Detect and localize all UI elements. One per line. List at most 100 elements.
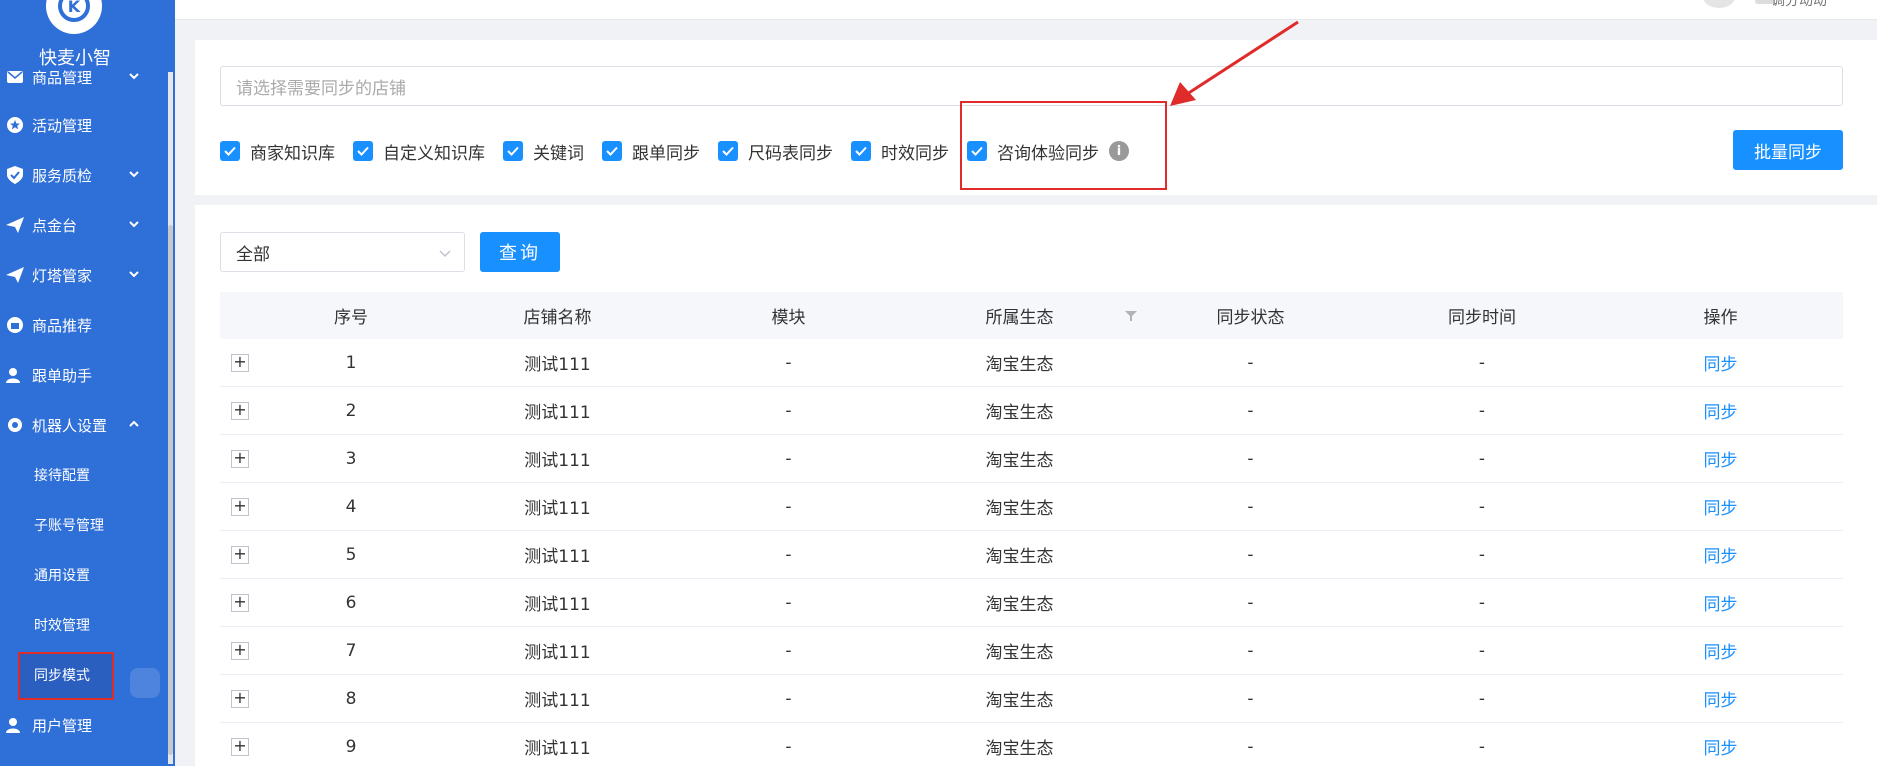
header-actions: 操作 (1703, 308, 1738, 328)
sync-link[interactable]: 同步 (1704, 686, 1738, 711)
sidebar: K 快麦小智 商品管理 活动管理 服务质检 点金台 灯塔管家 商品推荐 跟单助手… (0, 0, 175, 766)
sync-link[interactable]: 同步 (1704, 638, 1738, 663)
expand-plus-icon[interactable]: + (231, 545, 249, 564)
row-expand-cell: + (220, 387, 260, 434)
table-header: 序号 店铺名称 模块 所属生态 同步状态 同步时间 操作 (220, 292, 1843, 339)
chevron-down-icon (439, 250, 451, 258)
filter-selected-value: 全部 (236, 244, 270, 265)
row-expand-cell: + (220, 675, 260, 722)
sidebar-item-follow[interactable]: 跟单助手 (0, 350, 165, 400)
sidebar-item-label: 服务质检 (32, 166, 93, 185)
sidebar-item-label: 商品管理 (32, 68, 93, 87)
expand-plus-icon[interactable]: + (231, 449, 249, 468)
sidebar-subitem-general[interactable]: 通用设置 (34, 550, 90, 600)
sidebar-subitem-sync-mode[interactable]: 同步模式 (34, 650, 90, 700)
main-panel: 全部 查询 序号 店铺名称 模块 所属生态 同步状态 同步时间 操作 +1 测试1… (195, 205, 1877, 766)
row-actions: 同步 (1598, 579, 1843, 626)
sync-link[interactable]: 同步 (1704, 542, 1738, 567)
sidebar-item-golden[interactable]: 点金台 (0, 200, 165, 250)
sync-link[interactable]: 同步 (1704, 398, 1738, 423)
sidebar-item-products[interactable]: 商品管理 (0, 52, 165, 102)
sidebar-item-activities[interactable]: 活动管理 (0, 100, 165, 150)
expand-plus-icon[interactable]: + (231, 353, 249, 372)
chevron-down-icon (129, 73, 139, 80)
checkbox-label: 跟单同步 (632, 143, 700, 164)
checkbox-checked-icon[interactable] (602, 141, 622, 161)
row-actions: 同步 (1598, 387, 1843, 434)
row-module: - (785, 736, 792, 757)
logo: K (46, 0, 102, 34)
checkbox-checked-icon[interactable] (851, 141, 871, 161)
scrollbar-thumb[interactable] (168, 225, 173, 755)
sidebar-item-robot-settings[interactable]: 机器人设置 (0, 400, 165, 450)
shield-icon (6, 166, 24, 184)
avatar[interactable] (1703, 0, 1735, 8)
sync-link[interactable]: 同步 (1704, 494, 1738, 519)
row-shop-name: 测试111 (524, 547, 591, 567)
row-sync-time: - (1478, 688, 1486, 709)
checkbox-custom-kb[interactable]: 自定义知识库 (353, 139, 485, 164)
row-shop-name: 测试111 (524, 355, 591, 375)
checkbox-checked-icon[interactable] (353, 141, 373, 161)
sidebar-item-users[interactable]: 用户管理 (0, 700, 165, 750)
logo-icon: K (58, 0, 90, 22)
checkbox-keywords[interactable]: 关键词 (503, 139, 584, 164)
row-sync-time: - (1478, 400, 1486, 421)
row-index: 7 (345, 640, 357, 661)
chevron-down-icon (129, 271, 139, 278)
row-index: 3 (345, 448, 357, 469)
checkbox-checked-icon[interactable] (503, 141, 523, 161)
batch-sync-button[interactable]: 批量同步 (1733, 130, 1843, 170)
sidebar-item-lighthouse[interactable]: 灯塔管家 (0, 250, 165, 300)
sidebar-item-recommend[interactable]: 商品推荐 (0, 300, 165, 350)
sync-link[interactable]: 同步 (1704, 350, 1738, 375)
sync-link[interactable]: 同步 (1704, 590, 1738, 615)
shop-select-input[interactable]: 请选择需要同步的店铺 (220, 66, 1843, 106)
expand-plus-icon[interactable]: + (231, 737, 249, 756)
checkbox-timeliness-sync[interactable]: 时效同步 (851, 139, 949, 164)
expand-plus-icon[interactable]: + (231, 497, 249, 516)
row-module: - (785, 592, 792, 613)
expand-plus-icon[interactable]: + (231, 593, 249, 612)
row-actions: 同步 (1598, 483, 1843, 530)
sidebar-subitem-timeliness[interactable]: 时效管理 (34, 600, 90, 650)
sidebar-subitem-reception[interactable]: 接待配置 (34, 450, 90, 500)
sync-link[interactable]: 同步 (1704, 734, 1738, 759)
row-index: 1 (345, 352, 357, 373)
row-sync-status: - (1247, 400, 1254, 421)
annotation-arrow (1170, 20, 1299, 106)
expand-plus-icon[interactable]: + (231, 689, 249, 708)
query-button[interactable]: 查询 (480, 232, 560, 272)
row-module: - (785, 400, 792, 421)
expand-plus-icon[interactable]: + (231, 401, 249, 420)
row-index: 6 (345, 592, 357, 613)
sidebar-item-label: 跟单助手 (32, 366, 93, 385)
header-index: 序号 (334, 308, 368, 328)
sidebar-item-quality[interactable]: 服务质检 (0, 150, 165, 200)
row-module: - (785, 352, 792, 373)
top-right-text[interactable]: 调分动动 (1771, 0, 1827, 10)
ecosystem-filter-select[interactable]: 全部 (220, 232, 465, 272)
row-actions: 同步 (1598, 435, 1843, 482)
checkbox-merchant-kb[interactable]: 商家知识库 (220, 139, 335, 164)
expand-plus-icon[interactable]: + (231, 641, 249, 660)
table-row: +1 测试111 - 淘宝生态 - - 同步 (220, 339, 1843, 387)
row-sync-status: - (1247, 496, 1254, 517)
checkbox-checked-icon[interactable] (220, 141, 240, 161)
row-index: 8 (345, 688, 357, 709)
top-bar: 调分动动 (175, 0, 1877, 20)
sidebar-subitem-subaccounts[interactable]: 子账号管理 (34, 500, 104, 550)
checkbox-size-chart-sync[interactable]: 尺码表同步 (718, 139, 833, 164)
sync-link[interactable]: 同步 (1704, 446, 1738, 471)
row-shop-name: 测试111 (524, 451, 591, 471)
row-actions: 同步 (1598, 531, 1843, 578)
table-row: +3 测试111 - 淘宝生态 - - 同步 (220, 435, 1843, 483)
row-sync-time: - (1478, 544, 1486, 565)
checkbox-checked-icon[interactable] (718, 141, 738, 161)
row-sync-status: - (1247, 544, 1254, 565)
row-actions: 同步 (1598, 723, 1843, 766)
table-row: +6 测试111 - 淘宝生态 - - 同步 (220, 579, 1843, 627)
row-shop-name: 测试111 (524, 643, 591, 663)
checkbox-label: 时效同步 (881, 143, 949, 164)
checkbox-follow-sync[interactable]: 跟单同步 (602, 139, 700, 164)
